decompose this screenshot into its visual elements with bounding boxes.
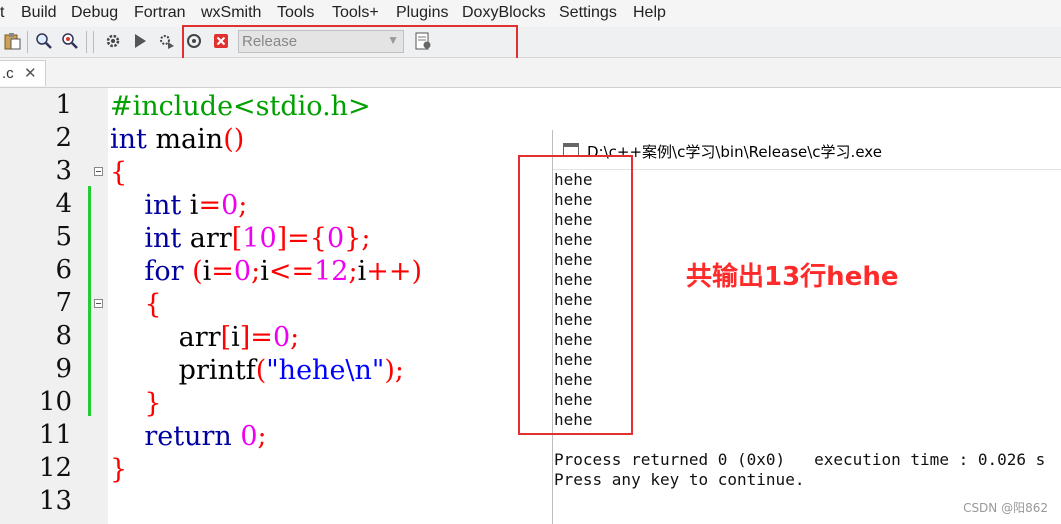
tab-label: .c bbox=[2, 65, 14, 82]
toolbar-separator bbox=[86, 31, 87, 53]
line-number: 6 bbox=[55, 255, 72, 285]
line-number: 8 bbox=[55, 321, 72, 351]
menu-help[interactable]: Help bbox=[633, 4, 666, 22]
find-icon[interactable] bbox=[34, 31, 54, 51]
line-number: 9 bbox=[55, 354, 72, 384]
output-highlight-box bbox=[518, 155, 633, 435]
code-line-12: } bbox=[110, 454, 128, 485]
fold-marker-icon[interactable] bbox=[94, 167, 103, 176]
line-number: 12 bbox=[38, 453, 72, 483]
toolbar-separator bbox=[93, 31, 94, 53]
line-number: 13 bbox=[38, 486, 72, 516]
code-line-6: for (i=0;i<=12;i++) bbox=[144, 256, 422, 287]
menu-file-partial[interactable]: t bbox=[0, 4, 4, 22]
code-line-1: #include<stdio.h> bbox=[110, 91, 371, 122]
menubar: t Build Debug Fortran wxSmith Tools Tool… bbox=[0, 0, 1061, 27]
menu-doxyblocks[interactable]: DoxyBlocks bbox=[462, 4, 546, 22]
line-number: 5 bbox=[55, 222, 72, 252]
annotation-text: 共输出13行hehe bbox=[686, 262, 899, 292]
code-line-4: int i=0; bbox=[144, 190, 248, 221]
code-line-10: } bbox=[144, 388, 162, 419]
line-number: 10 bbox=[38, 387, 72, 417]
menu-settings[interactable]: Settings bbox=[559, 4, 617, 22]
find-replace-icon[interactable] bbox=[60, 31, 80, 51]
menu-debug[interactable]: Debug bbox=[71, 4, 118, 22]
line-number-gutter: 1 2 3 4 5 6 7 8 9 10 11 12 13 bbox=[0, 88, 108, 524]
code-line-3: { bbox=[110, 157, 128, 188]
paste-icon[interactable] bbox=[2, 31, 22, 51]
menu-build[interactable]: Build bbox=[21, 4, 57, 22]
build-run-icon[interactable] bbox=[156, 31, 176, 51]
code-line-5: int arr[10]={0}; bbox=[144, 223, 371, 254]
code-line-2: int main() bbox=[110, 124, 245, 155]
code-line-11: return 0; bbox=[144, 421, 267, 452]
menu-tools[interactable]: Tools bbox=[277, 4, 314, 22]
menu-wxsmith[interactable]: wxSmith bbox=[201, 4, 261, 22]
code-line-9: printf("hehe\n"); bbox=[110, 355, 404, 386]
toolbar: Release ▼ bbox=[0, 27, 1061, 58]
editor-tab[interactable]: .c ✕ bbox=[0, 60, 46, 86]
menu-fortran[interactable]: Fortran bbox=[134, 4, 186, 22]
process-returned-line: Process returned 0 (0x0) execution time … bbox=[554, 450, 1046, 469]
line-number: 4 bbox=[55, 189, 72, 219]
line-number: 3 bbox=[55, 156, 72, 186]
run-icon[interactable] bbox=[130, 31, 150, 51]
menu-tools-plus[interactable]: Tools+ bbox=[332, 4, 379, 22]
press-key-line: Press any key to continue. bbox=[554, 470, 805, 489]
editor-tabbar: .c ✕ bbox=[0, 58, 1061, 88]
fold-marker-icon[interactable] bbox=[94, 299, 103, 308]
close-icon[interactable]: ✕ bbox=[24, 64, 37, 82]
change-bar bbox=[88, 186, 91, 416]
line-number: 11 bbox=[38, 420, 72, 450]
code-line-7: { bbox=[144, 289, 162, 320]
menu-plugins[interactable]: Plugins bbox=[396, 4, 448, 22]
toolbar-separator bbox=[27, 31, 28, 53]
line-number: 7 bbox=[55, 288, 72, 318]
line-number: 2 bbox=[55, 123, 72, 153]
line-number: 1 bbox=[55, 90, 72, 120]
code-line-8: arr[i]=0; bbox=[110, 322, 300, 353]
watermark: CSDN @阳862 bbox=[963, 501, 1048, 515]
build-icon[interactable] bbox=[103, 31, 123, 51]
